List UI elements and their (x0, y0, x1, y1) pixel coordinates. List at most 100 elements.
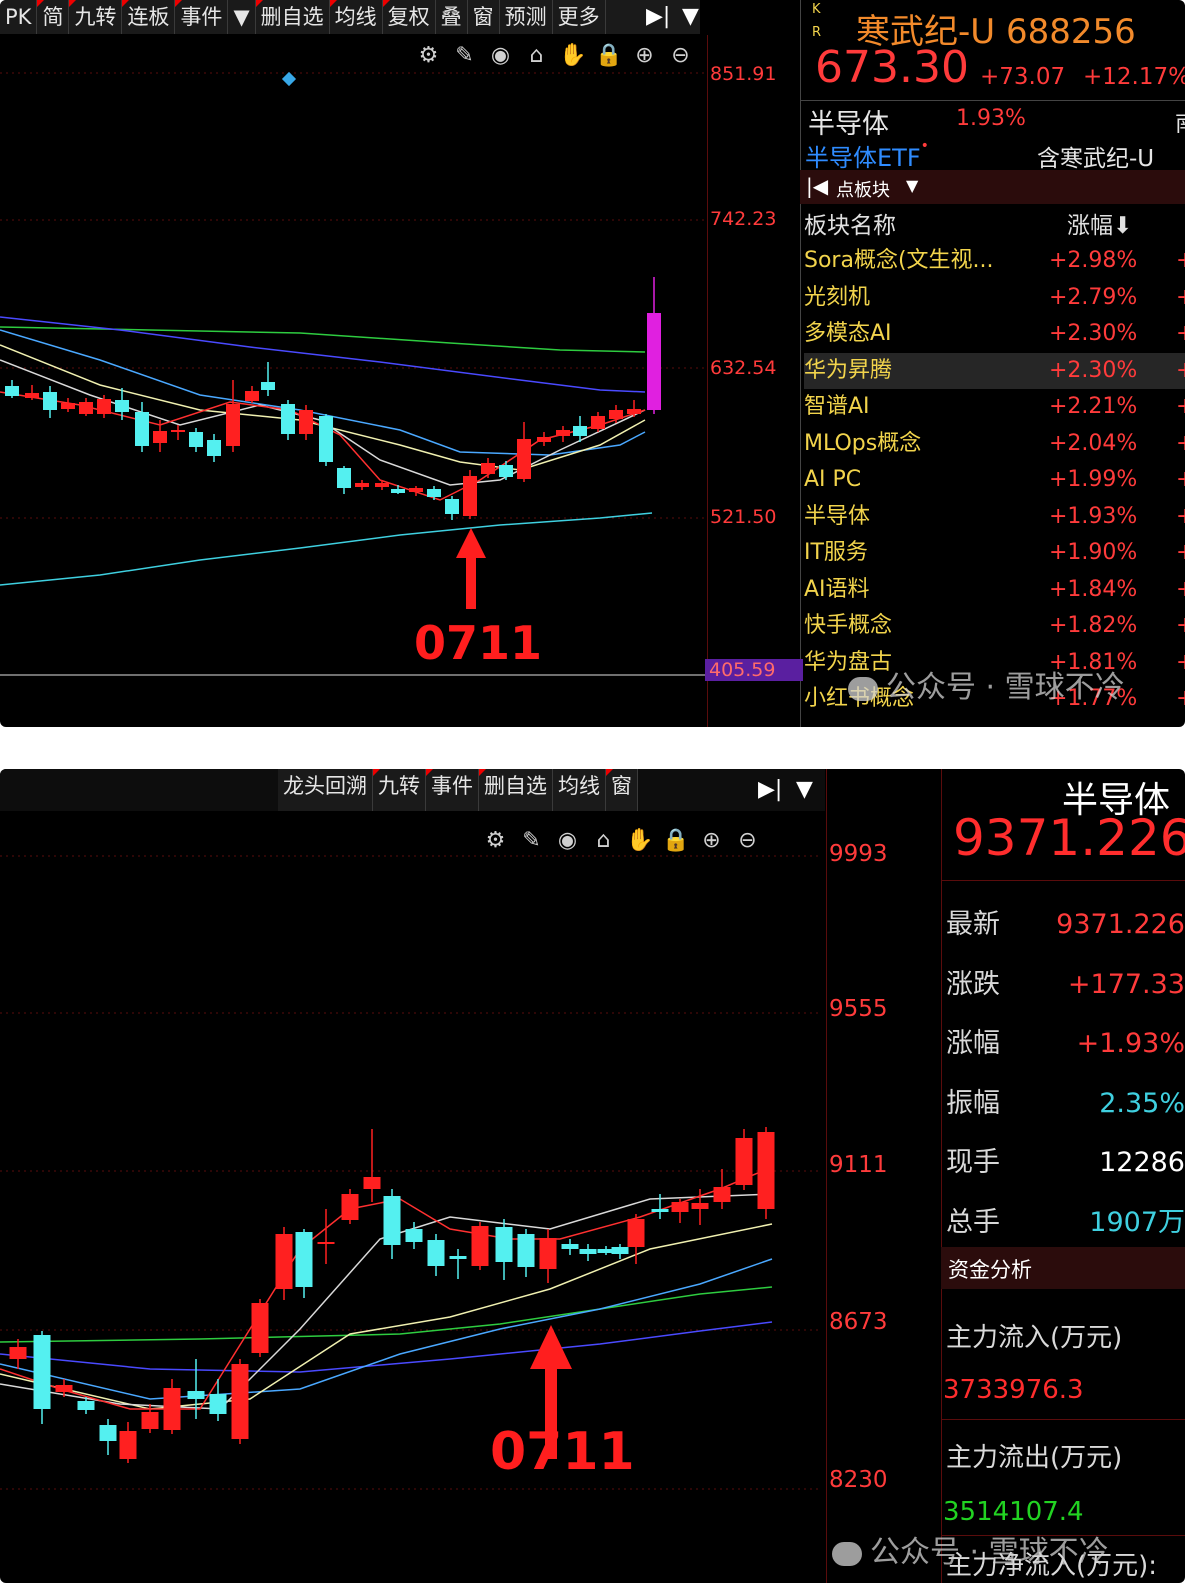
block-change: +1.82% (1049, 613, 1138, 638)
axis-divider (826, 769, 827, 1583)
block-row[interactable]: MLOps概念 +2.04% + (804, 426, 1185, 462)
price-tick: 9993 (829, 841, 888, 867)
block-extra: + (1176, 243, 1185, 279)
stat-value: 12286 (1099, 1147, 1185, 1178)
block-extra: + (1176, 353, 1185, 389)
block-extra: + (1176, 316, 1185, 352)
candle-body (119, 1431, 137, 1459)
block-name: AI语料 (804, 576, 870, 602)
candle-body (135, 412, 149, 446)
stock-chart-panel: PK 简九转 连板 事件 ▼ 删自选 均线 复权叠窗预测 更多 ▶| ▼ ⚙ ✎ ◉ ⌂ ✋ 🔒 ⊕ ⊖ 85… (0, 0, 1185, 727)
outflow-label: 主力流出(万元) (946, 1443, 1123, 1473)
block-extra: + (1176, 572, 1185, 608)
block-row[interactable]: IT服务 +1.90% + (804, 535, 1185, 571)
watermark: 公众号 · 雪球不冷 (848, 662, 1125, 706)
candle-body (609, 410, 623, 419)
block-extra: + (1176, 535, 1185, 571)
block-row[interactable]: 半导体 +1.93% + (804, 499, 1185, 535)
ma-line (0, 1258, 773, 1400)
candle-body (337, 468, 351, 488)
panel-divider (941, 769, 942, 1583)
block-row[interactable]: AI语料 +1.84% + (804, 572, 1185, 608)
chevron-down-icon[interactable]: ▼ (906, 176, 918, 195)
stat-value: +177.33 (1067, 968, 1185, 1000)
col-header-change[interactable]: 涨幅⬇ (1067, 206, 1132, 240)
candle-body (25, 393, 39, 398)
block-change: +1.90% (1049, 540, 1138, 565)
fund-analysis-header[interactable]: 资金分析 (948, 1254, 1032, 1284)
ma-line (0, 512, 653, 586)
block-name: 半导体 (804, 503, 871, 529)
candlestick-chart[interactable] (0, 0, 710, 727)
candle-body (427, 1240, 445, 1266)
date-annotation: 0711 (414, 616, 543, 670)
stat-label: 涨幅 (946, 1028, 1000, 1059)
candle-body (647, 313, 661, 410)
block-change: +2.04% (1049, 430, 1138, 456)
candle-body (281, 404, 295, 434)
event-marker (281, 71, 297, 87)
candle-body (375, 483, 389, 487)
candle-body (499, 465, 513, 477)
candle-body (9, 1347, 27, 1359)
stat-value: +1.93% (1076, 1028, 1185, 1059)
candle-body (363, 1177, 381, 1189)
price-tick: 8673 (829, 1309, 888, 1335)
stat-label: 振幅 (946, 1087, 1000, 1119)
price-tick: 9111 (829, 1152, 888, 1178)
block-name: 多模态AI (804, 321, 892, 346)
price-change: +73.07 (980, 64, 1066, 90)
candle-body (341, 1194, 359, 1220)
sector-pct: 1.93% (956, 106, 1026, 131)
candle-body (97, 399, 111, 414)
block-filter[interactable]: 点板块 (836, 176, 890, 202)
block-change: +2.21% (1049, 394, 1138, 419)
block-extra: + (1176, 389, 1185, 425)
index-chart-panel: 龙头回溯 九转 事件 删自选 均线窗 ▶| ▼ ⚙ ✎ ◉ ⌂ ✋ 🔒 ⊕ ⊖ 9993 9555 9… (0, 769, 1185, 1583)
candle-body (539, 1238, 557, 1269)
candle-body (445, 499, 459, 514)
candle-body (611, 1247, 629, 1254)
stat-value: 9371.226 (1056, 909, 1185, 940)
candle-body (691, 1203, 709, 1209)
candle-body (495, 1227, 513, 1262)
current-price-tag: 405.59 (705, 659, 803, 681)
block-change: +2.98% (1049, 248, 1138, 273)
candle-body (189, 432, 203, 447)
block-row[interactable]: AI PC +1.99% + (804, 462, 1185, 498)
candlestick-chart[interactable] (0, 769, 830, 1583)
wechat-icon (832, 1541, 862, 1566)
index-value: 9371.226 (953, 809, 1185, 867)
block-row[interactable]: 多模态AI +2.30% + (804, 316, 1185, 352)
block-name: AI PC (804, 467, 862, 492)
outflow-value: 3514107.4 (943, 1497, 1084, 1527)
sector-name[interactable]: 半导体 (808, 102, 889, 141)
divider (941, 1419, 1185, 1420)
candle-body (481, 463, 495, 474)
block-extra: + (1176, 681, 1185, 717)
block-row[interactable]: 华为昇腾 +2.30% + (804, 352, 1185, 389)
back-icon[interactable]: |◀ (806, 174, 828, 198)
candle-body (43, 392, 57, 410)
stat-row: 现手 12286 (946, 1133, 1185, 1192)
block-row[interactable]: 智谱AI +2.21% + (804, 389, 1185, 425)
block-row[interactable]: Sora概念(文生视... +2.98% + (804, 243, 1185, 279)
stat-row: 涨跌 +177.33 (946, 955, 1185, 1014)
price-tick: 742.23 (710, 208, 777, 230)
etf-link[interactable]: 半导体ETF• (805, 138, 929, 173)
block-row[interactable]: 快手概念 +1.82% + (804, 608, 1185, 644)
candle-body (471, 1226, 489, 1266)
inflow-label: 主力流入(万元) (946, 1323, 1123, 1353)
candle-body (245, 391, 259, 401)
block-row[interactable]: 光刻机 +2.79% + (804, 280, 1185, 316)
sector-edge-text: 南 (1175, 106, 1185, 138)
col-header-name[interactable]: 板块名称 (804, 206, 896, 240)
inflow-value: 3733976.3 (943, 1375, 1084, 1405)
candle-body (153, 431, 167, 443)
candle-body (163, 1388, 181, 1430)
stock-price: 673.30 (815, 42, 969, 93)
candle-body (383, 1196, 401, 1245)
candle-body (627, 1219, 645, 1247)
candle-body (231, 1364, 249, 1439)
block-extra: + (1176, 645, 1185, 681)
